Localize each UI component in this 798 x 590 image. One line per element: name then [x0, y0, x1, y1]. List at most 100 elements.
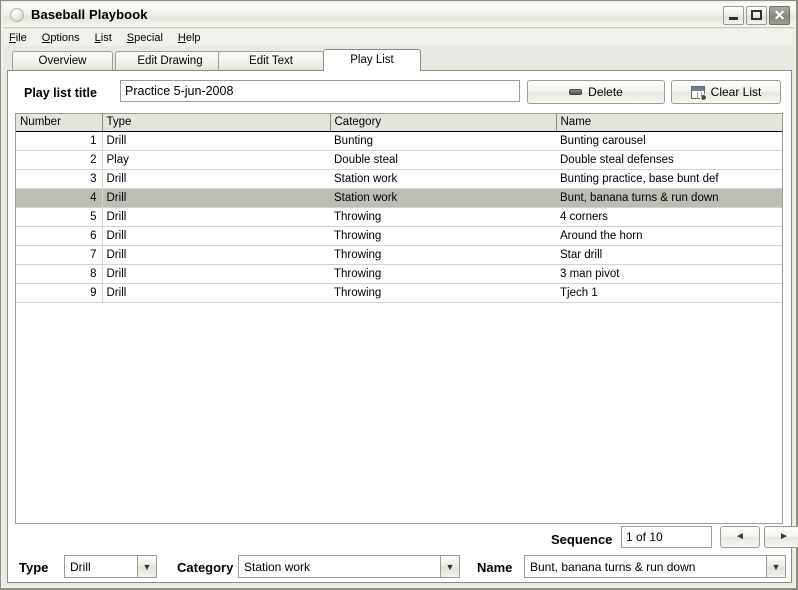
- cell-type: Drill: [102, 169, 330, 189]
- cell-name: 3 man pivot: [556, 264, 782, 284]
- category-label: Category: [177, 560, 234, 575]
- minimize-icon: [729, 17, 738, 20]
- clear-list-button-label: Clear List: [710, 85, 762, 99]
- column-header-name[interactable]: Name: [556, 114, 782, 132]
- cell-name: 4 corners: [556, 207, 782, 227]
- maximize-button[interactable]: [746, 6, 767, 25]
- cell-category: Station work: [330, 188, 556, 208]
- cell-category: Double steal: [330, 150, 556, 170]
- cell-category: Throwing: [330, 226, 556, 246]
- menu-item-special[interactable]: Special: [127, 32, 163, 44]
- cell-type: Drill: [102, 188, 330, 208]
- chevron-down-icon: ▼: [766, 556, 785, 577]
- play-list-panel: Play list title Delete Clear List Number: [7, 70, 798, 583]
- table-row[interactable]: 1 Drill Bunting Bunting carousel: [16, 131, 782, 151]
- cell-name: Double steal defenses: [556, 150, 782, 170]
- menu-item-help[interactable]: Help: [178, 32, 201, 44]
- cell-number: 7: [16, 245, 103, 265]
- type-label: Type: [19, 560, 49, 575]
- grid-body: 1 Drill Bunting Bunting carousel 2 Play Double…: [16, 131, 782, 303]
- bottom-selector-bar: Type Drill ▼ Category Station work ▼ Nam…: [7, 551, 792, 585]
- cell-category: Throwing: [330, 207, 556, 227]
- cell-type: Drill: [102, 131, 330, 151]
- name-dropdown-value: Bunt, banana turns & run down: [530, 559, 696, 574]
- cell-type: Drill: [102, 264, 330, 284]
- chevron-down-icon: ▼: [440, 556, 459, 577]
- table-row[interactable]: 7 Drill Throwing Star drill: [16, 245, 782, 265]
- cell-type: Drill: [102, 226, 330, 246]
- chevron-down-icon: ▼: [137, 556, 156, 577]
- table-row[interactable]: 4 Drill Station work Bunt, banana turns & r…: [16, 188, 782, 208]
- clear-list-icon: [690, 85, 707, 101]
- menu-bar: File Options List Special Help: [4, 29, 793, 46]
- cell-category: Station work: [330, 169, 556, 189]
- type-dropdown[interactable]: Drill ▼: [64, 555, 157, 578]
- category-dropdown[interactable]: Station work ▼: [238, 555, 460, 578]
- cell-type: Drill: [102, 245, 330, 265]
- table-row[interactable]: 5 Drill Throwing 4 corners: [16, 207, 782, 227]
- column-header-type[interactable]: Type: [102, 114, 331, 132]
- sequence-label: Sequence: [551, 532, 613, 547]
- playlist-title-label: Play list title: [24, 86, 97, 100]
- cell-number: 3: [16, 169, 103, 189]
- maximize-icon: [751, 10, 762, 20]
- delete-button[interactable]: Delete: [527, 80, 665, 104]
- type-dropdown-value: Drill: [70, 559, 91, 574]
- delete-button-label: Delete: [588, 85, 623, 99]
- category-dropdown-value: Station work: [244, 559, 311, 574]
- cell-number: 2: [16, 150, 103, 170]
- cell-name: Around the horn: [556, 226, 782, 246]
- cell-type: Play: [102, 150, 330, 170]
- delete-icon: [569, 89, 583, 95]
- cell-number: 5: [16, 207, 103, 227]
- title-bar: Baseball Playbook ✕: [3, 3, 794, 28]
- menu-item-file[interactable]: File: [9, 32, 27, 44]
- playlist-title-input[interactable]: [120, 80, 520, 102]
- sequence-input[interactable]: [621, 526, 712, 548]
- app-logo-icon: [10, 8, 24, 22]
- name-dropdown[interactable]: Bunt, banana turns & run down ▼: [524, 555, 786, 578]
- clear-list-badge-icon: [699, 93, 707, 101]
- cell-category: Throwing: [330, 283, 556, 303]
- table-row[interactable]: 9 Drill Throwing Tjech 1: [16, 283, 782, 303]
- cell-category: Throwing: [330, 245, 556, 265]
- menu-item-list[interactable]: List: [95, 32, 112, 44]
- table-row[interactable]: 8 Drill Throwing 3 man pivot: [16, 264, 782, 284]
- close-button[interactable]: ✕: [769, 6, 790, 25]
- tab-play-list[interactable]: Play List: [323, 49, 421, 71]
- window-controls: ✕: [723, 6, 790, 25]
- cell-name: Tjech 1: [556, 283, 782, 303]
- sequence-next-button[interactable]: ►: [764, 526, 798, 548]
- cell-name: Bunting practice, base bunt def: [556, 169, 782, 189]
- name-label: Name: [477, 560, 513, 575]
- close-icon: ✕: [773, 7, 786, 23]
- tab-overview[interactable]: Overview: [12, 51, 113, 70]
- cell-name: Bunting carousel: [556, 131, 782, 151]
- column-header-category[interactable]: Category: [330, 114, 557, 132]
- cell-type: Drill: [102, 207, 330, 227]
- cell-number: 8: [16, 264, 103, 284]
- grid-header-row: Number Type Category Name: [16, 114, 782, 132]
- cell-number: 1: [16, 131, 103, 151]
- sequence-prev-button[interactable]: ◄: [720, 526, 760, 548]
- tab-strip: Overview Edit Drawing Edit Text Play Lis…: [12, 49, 790, 71]
- cell-number: 4: [16, 188, 103, 208]
- play-list-grid[interactable]: Number Type Category Name 1 Drill Bunting B…: [15, 113, 783, 524]
- table-row[interactable]: 6 Drill Throwing Around the horn: [16, 226, 782, 246]
- cell-type: Drill: [102, 283, 330, 303]
- cell-number: 6: [16, 226, 103, 246]
- table-row[interactable]: 3 Drill Station work Bunting practice, base…: [16, 169, 782, 189]
- tab-edit-drawing[interactable]: Edit Drawing: [115, 51, 225, 70]
- table-row[interactable]: 2 Play Double steal Double steal defenses: [16, 150, 782, 170]
- cell-category: Bunting: [330, 131, 556, 151]
- app-window: Baseball Playbook ✕ File Options List Sp…: [0, 0, 798, 590]
- column-header-number[interactable]: Number: [16, 114, 103, 132]
- cell-category: Throwing: [330, 264, 556, 284]
- menu-item-options[interactable]: Options: [42, 32, 80, 44]
- window-title: Baseball Playbook: [31, 7, 148, 22]
- clear-list-button[interactable]: Clear List: [671, 80, 781, 104]
- cell-name: Star drill: [556, 245, 782, 265]
- minimize-button[interactable]: [723, 6, 744, 25]
- tab-edit-text[interactable]: Edit Text: [218, 51, 324, 70]
- cell-number: 9: [16, 283, 103, 303]
